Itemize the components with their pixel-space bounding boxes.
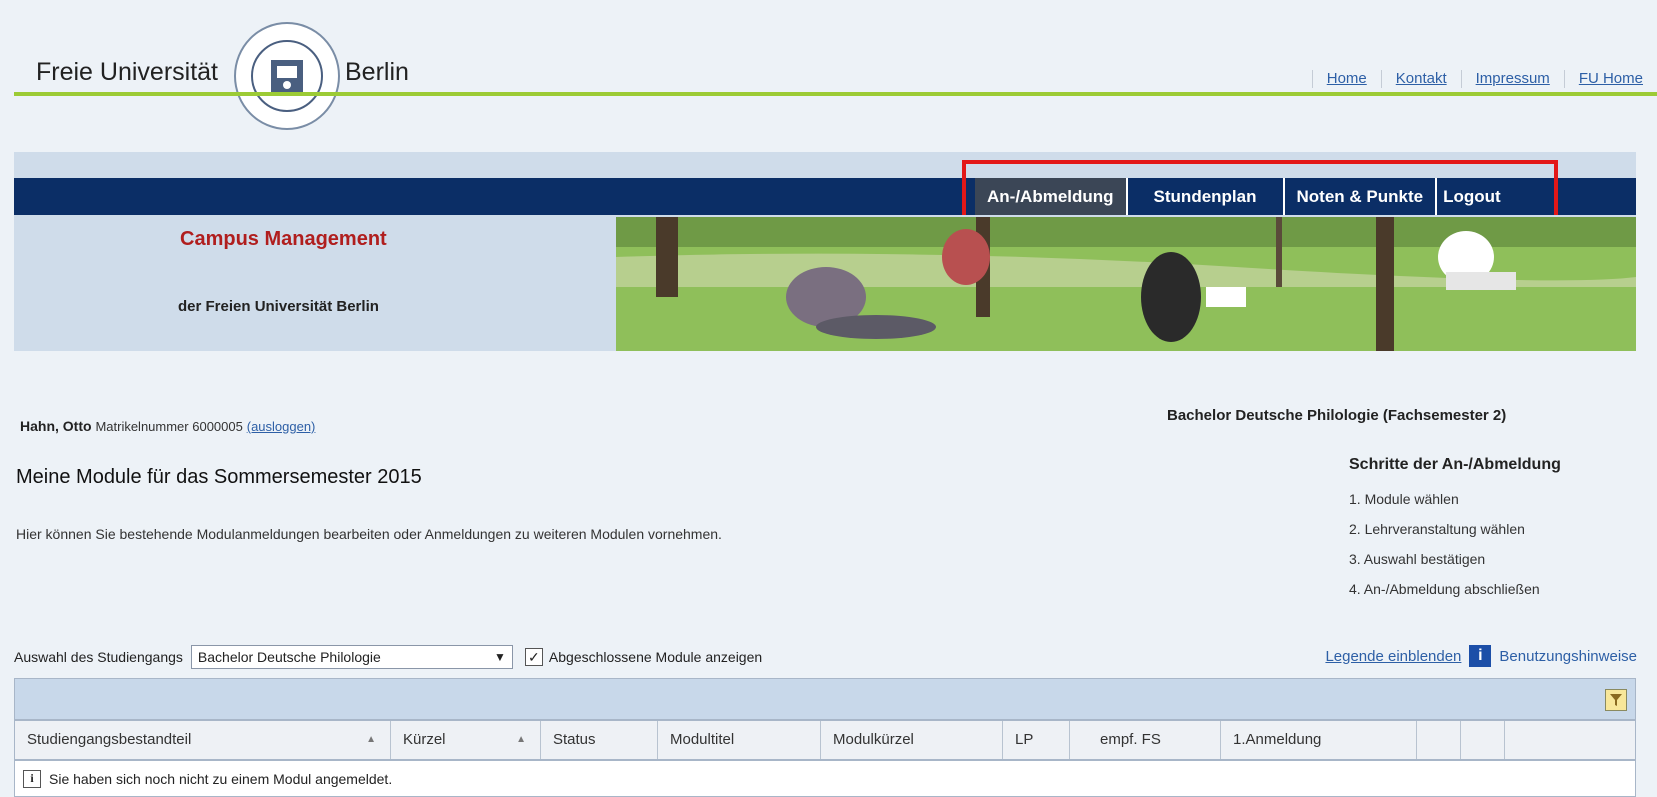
- empty-table-message: Sie haben sich noch nicht zu einem Modul…: [49, 770, 393, 787]
- info-icon[interactable]: i: [1469, 645, 1492, 667]
- program-info: Bachelor Deutsche Philologie (Fachsemest…: [1167, 407, 1507, 424]
- nav-stundenplan[interactable]: Stundenplan: [1128, 178, 1285, 215]
- banner-title: Campus Management: [180, 228, 387, 250]
- step-item: 4. An-/Abmeldung abschließen: [1349, 581, 1540, 597]
- nav-top-strip: [14, 152, 1636, 178]
- info-box-icon: i: [23, 769, 41, 788]
- step-item: 3. Auswahl bestätigen: [1349, 551, 1486, 567]
- empty-table-message-row: i Sie haben sich noch nicht zu einem Mod…: [14, 760, 1636, 797]
- col-modulkuerzel[interactable]: Modulkürzel: [821, 721, 1003, 759]
- step-item: 2. Lehrveranstaltung wählen: [1349, 521, 1525, 537]
- user-info: Hahn, Otto Matrikelnummer 6000005 (auslo…: [20, 418, 315, 434]
- checkbox-label: Abgeschlossene Module anzeigen: [548, 649, 763, 665]
- filter-icon[interactable]: [1605, 689, 1627, 711]
- link-kontakt[interactable]: Kontakt: [1380, 70, 1461, 88]
- col-lp[interactable]: LP: [1003, 721, 1070, 759]
- intro-text: Hier können Sie bestehende Modulanmeldun…: [16, 526, 722, 542]
- dropdown-arrow-icon: ▼: [494, 650, 506, 664]
- col-status[interactable]: Status: [541, 721, 658, 759]
- completed-modules-checkbox[interactable]: ✓: [524, 648, 543, 666]
- brand-berlin: Berlin: [345, 58, 409, 86]
- col-studiengangsbestandteil[interactable]: Studiengangsbestandteil ▲: [15, 721, 391, 759]
- select-value: Bachelor Deutsche Philologie: [197, 649, 381, 665]
- studiengang-select[interactable]: Bachelor Deutsche Philologie ▼: [190, 645, 513, 669]
- top-links: Home Kontakt Impressum FU Home: [1311, 70, 1657, 88]
- nav-noten-punkte[interactable]: Noten & Punkte: [1285, 178, 1438, 215]
- page-title: Meine Module für das Sommersemester 2015: [16, 466, 422, 488]
- matrikelnummer: Matrikelnummer 6000005: [95, 419, 243, 434]
- col-1-anmeldung[interactable]: 1.Anmeldung: [1221, 721, 1417, 759]
- col-empf-fs[interactable]: empf. FS: [1070, 721, 1221, 759]
- col-kuerzel[interactable]: Kürzel ▲: [391, 721, 541, 759]
- steps-panel: Schritte der An-/Abmeldung 1. Module wäh…: [1349, 456, 1561, 604]
- table-header: Studiengangsbestandteil ▲ Kürzel ▲ Status …: [14, 720, 1636, 760]
- col-empty: [1417, 721, 1461, 759]
- show-legend-link[interactable]: Legende einblenden: [1325, 648, 1461, 665]
- legend-links: Legende einblenden i Benutzungshinweise: [1325, 645, 1637, 667]
- main-nav-items: An-/Abmeldung Stundenplan Noten & Punkte…: [975, 178, 1507, 215]
- steps-heading: Schritte der An-/Abmeldung: [1349, 456, 1561, 473]
- link-home[interactable]: Home: [1311, 70, 1381, 88]
- col-modultitel[interactable]: Modultitel: [658, 721, 821, 759]
- link-impressum[interactable]: Impressum: [1460, 70, 1564, 88]
- logout-link[interactable]: (ausloggen): [247, 419, 316, 434]
- banner-subtitle: der Freien Universität Berlin: [178, 298, 379, 315]
- university-seal-logo: [234, 22, 340, 130]
- table-toolbar: [14, 678, 1636, 720]
- col-empty: [1461, 721, 1505, 759]
- link-fu-home[interactable]: FU Home: [1563, 70, 1657, 88]
- banner-photo: [616, 217, 1636, 351]
- brand-freie-universitaet: Freie Universität: [36, 58, 218, 86]
- step-item: 1. Module wählen: [1349, 491, 1459, 507]
- sort-arrow-icon: ▲: [516, 734, 526, 745]
- help-link[interactable]: Benutzungshinweise: [1499, 648, 1637, 665]
- selection-row: Auswahl des Studiengangs Bachelor Deutsc…: [14, 645, 762, 669]
- sort-arrow-icon: ▲: [366, 734, 376, 745]
- header-divider: [14, 92, 1657, 96]
- user-name: Hahn, Otto: [20, 418, 92, 434]
- nav-an-abmeldung[interactable]: An-/Abmeldung: [975, 178, 1128, 215]
- selection-label: Auswahl des Studiengangs: [14, 649, 183, 665]
- nav-logout[interactable]: Logout: [1437, 178, 1507, 215]
